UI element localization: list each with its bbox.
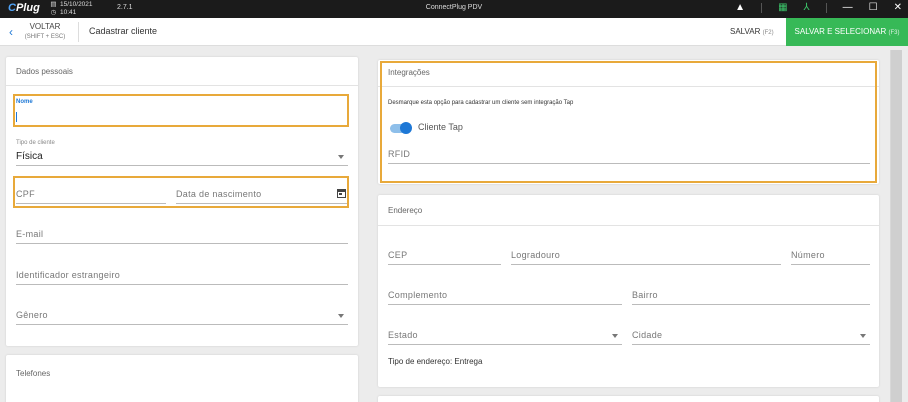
scrollbar[interactable] — [890, 50, 902, 402]
genero-select[interactable]: Gênero — [16, 301, 348, 325]
tipo-cliente-select[interactable]: Tipo de cliente Física — [16, 140, 348, 166]
estado-placeholder: Estado — [388, 330, 418, 340]
next-card — [378, 396, 879, 402]
save-label: SALVAR — [730, 27, 761, 36]
back-label: VOLTAR — [29, 22, 61, 31]
close-icon[interactable]: ✕ — [894, 2, 902, 13]
card-title: Endereço — [388, 206, 423, 215]
phones-card: Telefones — [6, 355, 358, 402]
action-bar: ‹ VOLTAR (SHIFT + ESC) Cadastrar cliente… — [0, 18, 908, 46]
back-button[interactable]: ‹ VOLTAR (SHIFT + ESC) — [0, 18, 76, 46]
highlight-box — [380, 61, 877, 183]
estrangeiro-placeholder: Identificador estrangeiro — [16, 270, 121, 280]
divider — [78, 22, 79, 42]
bairro-placeholder: Bairro — [632, 290, 658, 300]
back-shortcut: (SHIFT + ESC) — [24, 34, 66, 40]
title-bar: CPlug ▤ 15/10/2021 ◷ 10:41 2.7.1 ConnectPl… — [0, 0, 908, 18]
cidade-placeholder: Cidade — [632, 330, 663, 340]
card-title: Telefones — [16, 369, 51, 378]
chevron-down-icon — [338, 155, 344, 159]
window-controls: ▲ ▦ ⅄ — ☐ ✕ — [735, 2, 902, 13]
divider — [825, 2, 827, 13]
cep-field[interactable]: CEP — [388, 243, 501, 265]
save-and-select-button[interactable]: SALVAR E SELECIONAR (F3) — [786, 18, 908, 46]
save-shortcut: (F2) — [762, 30, 774, 36]
chevron-left-icon: ‹ — [9, 25, 13, 39]
email-placeholder: E-mail — [16, 229, 44, 239]
complemento-placeholder: Complemento — [388, 290, 448, 300]
tipo-label: Tipo de cliente — [16, 140, 55, 146]
numero-placeholder: Número — [791, 250, 825, 260]
cep-placeholder: CEP — [388, 250, 408, 260]
bairro-field[interactable]: Bairro — [632, 283, 870, 305]
tipo-endereco-text: Tipo de endereço: Entrega — [388, 357, 483, 366]
network-icon[interactable]: ⅄ — [804, 2, 810, 13]
numero-field[interactable]: Número — [791, 243, 870, 265]
chevron-down-icon — [612, 334, 618, 338]
bell-icon[interactable]: ▲ — [735, 2, 745, 13]
logradouro-field[interactable]: Logradouro — [511, 243, 781, 265]
estado-select[interactable]: Estado — [388, 323, 622, 345]
complemento-field[interactable]: Complemento — [388, 283, 622, 305]
address-card: Endereço CEP Logradouro Número Complemen… — [378, 195, 879, 387]
maximize-icon[interactable]: ☐ — [869, 2, 878, 13]
highlight-box — [13, 94, 349, 127]
status-icon[interactable]: ▦ — [778, 2, 787, 13]
minimize-icon[interactable]: — — [843, 2, 853, 13]
chevron-down-icon — [338, 314, 344, 318]
identificador-estrangeiro-field[interactable]: Identificador estrangeiro — [16, 261, 348, 285]
genero-placeholder: Gênero — [16, 310, 48, 320]
save-button[interactable]: SALVAR (F2) — [730, 27, 774, 36]
chevron-down-icon — [860, 334, 866, 338]
highlight-box — [13, 176, 349, 208]
logradouro-placeholder: Logradouro — [511, 250, 561, 260]
save-select-shortcut: (F3) — [888, 30, 900, 36]
cidade-select[interactable]: Cidade — [632, 323, 870, 345]
card-title: Dados pessoais — [16, 67, 73, 76]
page-title: Cadastrar cliente — [89, 26, 158, 36]
email-field[interactable]: E-mail — [16, 220, 348, 244]
divider — [761, 2, 763, 13]
tipo-value: Física — [16, 151, 43, 162]
save-select-label: SALVAR E SELECIONAR — [794, 27, 887, 36]
divider — [378, 225, 879, 226]
divider — [6, 85, 358, 86]
